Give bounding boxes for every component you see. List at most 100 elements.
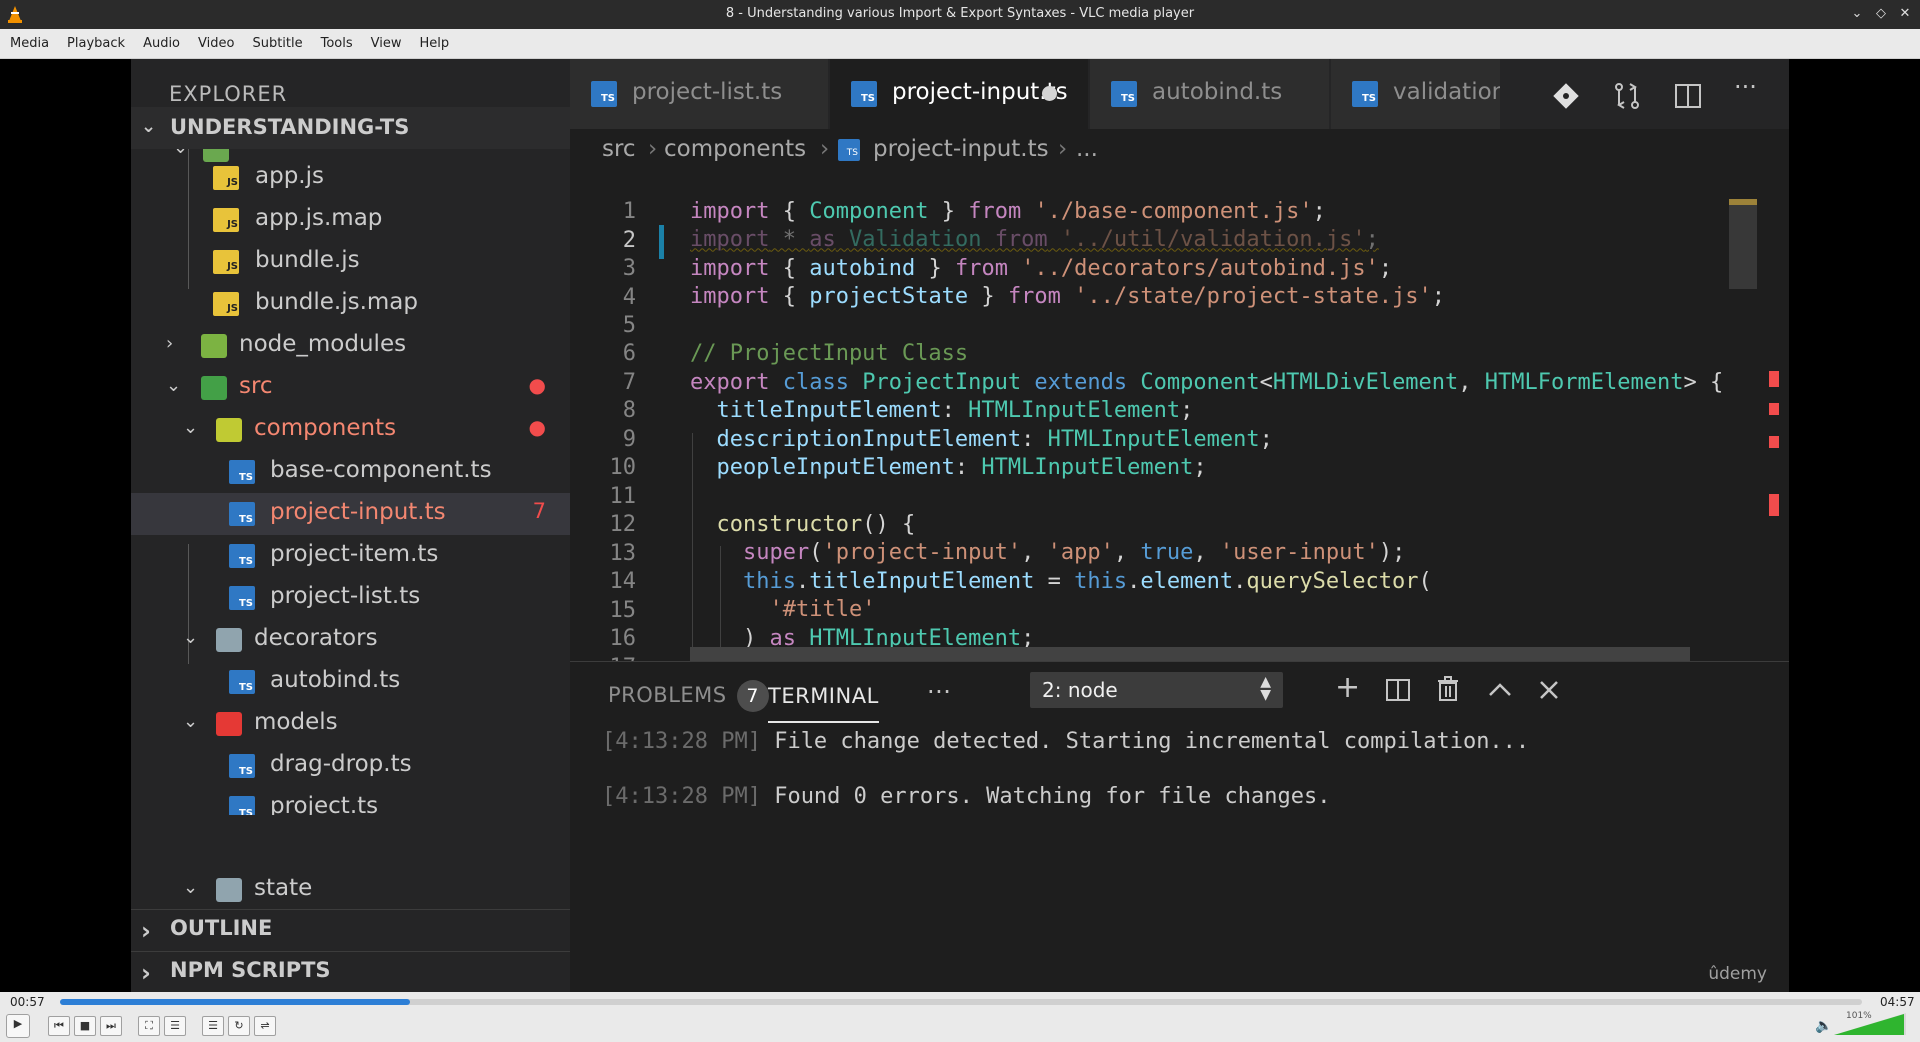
tab-project-input[interactable]: TS project-input.ts (830, 59, 1089, 129)
play-button[interactable]: ▶ (6, 1014, 30, 1038)
fullscreen-button[interactable]: ⛶ (138, 1016, 160, 1036)
tree-item-src[interactable]: ⌄ src ● (131, 367, 570, 409)
add-terminal-icon[interactable]: + (1335, 670, 1360, 705)
speaker-icon[interactable]: 🔈 (1815, 1018, 1832, 1034)
extended-settings-button[interactable]: ☰ (164, 1016, 186, 1036)
seek-slider[interactable] (60, 999, 1862, 1005)
tab-label: autobind.ts (1152, 79, 1283, 105)
explorer-header: EXPLORER (169, 82, 288, 106)
folder-name: src (239, 373, 273, 399)
tree-item-bundle-js-map[interactable]: JS bundle.js.map (131, 283, 570, 325)
horizontal-scrollbar[interactable] (690, 647, 1690, 661)
tree-item-project-input[interactable]: TS project-input.ts 7 (131, 493, 570, 535)
line-number: 14 (609, 569, 637, 594)
breadcrumb-components[interactable]: components (664, 136, 806, 162)
chevron-down-icon: ⌄ (183, 627, 199, 648)
breadcrumb-symbol[interactable]: ... (1076, 136, 1098, 162)
tree-item-project[interactable]: TS project.ts (131, 787, 570, 815)
video-area[interactable]: EXPLORER ⌄ UNDERSTANDING-TS ⌄ JS app.js (0, 59, 1920, 992)
maximize-icon[interactable]: ◇ (1872, 5, 1890, 23)
file-name: autobind.ts (270, 667, 401, 693)
terminal-timestamp: [4:13:28 PM] (602, 729, 761, 754)
tab-autobind[interactable]: TS autobind.ts (1090, 59, 1330, 129)
tab-project-list[interactable]: TS project-list.ts (570, 59, 829, 129)
tree-item-models[interactable]: ⌄ models (131, 703, 570, 745)
close-icon[interactable]: ✕ (1896, 5, 1914, 23)
tab-terminal[interactable]: TERMINAL (768, 684, 879, 723)
breadcrumb-file[interactable]: project-input.ts (873, 136, 1049, 162)
shuffle-button[interactable]: ⇌ (254, 1016, 276, 1036)
menu-video[interactable]: Video (189, 29, 243, 59)
bottom-panel: PROBLEMS 7 TERMINAL ··· 2: node ▲ ▼ + [4… (570, 661, 1789, 992)
menu-tools[interactable]: Tools (312, 29, 362, 59)
playlist-button[interactable]: ☰ (202, 1016, 224, 1036)
chevron-down-icon: ⌄ (166, 375, 182, 396)
minimize-icon[interactable]: ⌄ (1848, 5, 1866, 23)
tab-validation[interactable]: TS validation. (1331, 59, 1501, 129)
split-terminal-icon[interactable] (1385, 678, 1411, 702)
outline-label: OUTLINE (170, 916, 273, 940)
tree-item-drag-drop[interactable]: TS drag-drop.ts (131, 745, 570, 787)
chevron-right-icon: › (648, 136, 658, 162)
outline-section-header[interactable]: › OUTLINE (131, 909, 570, 951)
code-line: titleInputElement: HTMLInputElement; (716, 398, 1194, 424)
tree-item-bundle-js[interactable]: JS bundle.js (131, 241, 570, 283)
split-editor-icon[interactable] (1673, 81, 1703, 111)
tree-item-base-component[interactable]: TS base-component.ts (131, 451, 570, 493)
tab-label: project-list.ts (632, 79, 783, 105)
line-number: 13 (609, 541, 637, 566)
tree-item-decorators[interactable]: ⌄ decorators (131, 619, 570, 661)
tree-item-project-list[interactable]: TS project-list.ts (131, 577, 570, 619)
tree-item-app-js-map[interactable]: JS app.js.map (131, 199, 570, 241)
ts-file-icon: TS (229, 502, 255, 526)
menu-playback[interactable]: Playback (58, 29, 134, 59)
tab-problems[interactable]: PROBLEMS 7 (608, 680, 769, 712)
line-number: 7 (622, 370, 636, 395)
chevron-right-icon: › (141, 917, 151, 945)
trash-icon[interactable] (1436, 676, 1460, 702)
stop-button[interactable]: ■ (74, 1016, 96, 1036)
tree-item-app-js[interactable]: JS app.js (131, 157, 570, 199)
terminal-select-value: 2: node (1042, 678, 1118, 702)
menu-view[interactable]: View (362, 29, 411, 59)
ts-file-icon: TS (1111, 81, 1137, 107)
open-changes-icon[interactable] (1612, 81, 1642, 111)
panel-more-icon[interactable]: ··· (927, 678, 951, 706)
folder-name: components (254, 415, 397, 441)
tree-item-project-item[interactable]: TS project-item.ts (131, 535, 570, 577)
project-section-header[interactable]: ⌄ UNDERSTANDING-TS (131, 107, 570, 149)
unsaved-dot-icon[interactable] (1042, 86, 1057, 101)
code-line: import { autobind } from '../decorators/… (690, 255, 1393, 281)
folder-icon (216, 878, 242, 902)
git-compare-icon[interactable] (1551, 81, 1581, 111)
terminal-select[interactable]: 2: node ▲ ▼ (1030, 672, 1283, 708)
ts-file-icon: TS (229, 460, 255, 484)
minimap-slider[interactable] (1729, 199, 1757, 289)
breadcrumb-src[interactable]: src (602, 136, 636, 162)
maximize-panel-icon[interactable] (1487, 682, 1513, 698)
more-actions-icon[interactable]: ··· (1734, 73, 1757, 101)
next-button[interactable]: ⏭ (100, 1016, 122, 1036)
npm-scripts-section-header[interactable]: › NPM SCRIPTS (131, 951, 570, 992)
tree-item-components[interactable]: ⌄ components ● (131, 409, 570, 451)
line-number: 16 (609, 626, 637, 651)
explorer-sidebar: EXPLORER ⌄ UNDERSTANDING-TS ⌄ JS app.js (131, 59, 570, 992)
tree-item-autobind[interactable]: TS autobind.ts (131, 661, 570, 703)
chevron-right-icon: › (166, 333, 174, 354)
code-editor[interactable]: 1 2 3 4 5 6 7 8 9 10 11 12 13 14 15 16 1… (570, 171, 1789, 661)
close-panel-icon[interactable] (1538, 679, 1560, 701)
loop-button[interactable]: ↻ (228, 1016, 250, 1036)
menu-media[interactable]: Media (0, 29, 58, 59)
chevron-down-icon: ⌄ (141, 116, 157, 137)
ts-file-icon: TS (838, 139, 860, 161)
menu-subtitle[interactable]: Subtitle (243, 29, 311, 59)
tree-item-node-modules[interactable]: › node_modules (131, 325, 570, 367)
menu-help[interactable]: Help (411, 29, 459, 59)
file-name: app.js (255, 163, 324, 189)
menu-audio[interactable]: Audio (134, 29, 189, 59)
chevron-down-icon: ⌄ (183, 417, 199, 438)
ts-file-icon: TS (1352, 81, 1378, 107)
tree-item-state[interactable]: ⌄ state (131, 869, 570, 907)
previous-button[interactable]: ⏮ (48, 1016, 70, 1036)
window-title: 8 - Understanding various Import & Expor… (725, 6, 1195, 21)
